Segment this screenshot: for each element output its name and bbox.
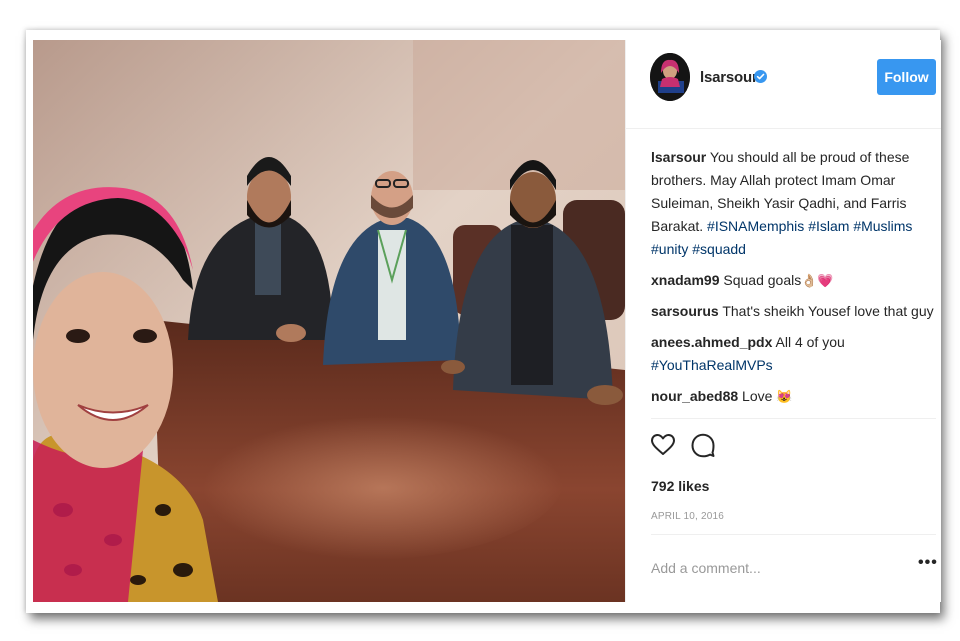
hashtag-link[interactable]: #ISNAMemphis xyxy=(707,218,804,234)
comment-item: nour_abed88 Love 😻 xyxy=(651,385,936,408)
post-author-username[interactable]: lsarsour xyxy=(700,69,758,86)
post-actions xyxy=(650,432,726,462)
comment-emoji: 👌🏼💗 xyxy=(801,273,834,288)
post-photo[interactable] xyxy=(33,40,625,602)
hashtag-link[interactable]: #squadd xyxy=(692,241,746,257)
comment-bubble-icon[interactable] xyxy=(690,432,716,458)
comment-username[interactable]: anees.ahmed_pdx xyxy=(651,334,772,350)
verified-badge-icon xyxy=(754,70,767,83)
hashtag-link[interactable]: #Islam xyxy=(808,218,849,234)
hashtag-link[interactable]: #unity xyxy=(651,241,688,257)
comment-item: anees.ahmed_pdx All 4 of you #YouThaReal… xyxy=(651,331,936,377)
comments-list: lsarsour You should all be proud of thes… xyxy=(651,146,936,416)
comment-item: xnadam99 Squad goals👌🏼💗 xyxy=(651,269,936,292)
avatar-image xyxy=(650,53,690,101)
comment-username[interactable]: sarsourus xyxy=(651,303,719,319)
heart-icon[interactable] xyxy=(650,432,676,458)
add-comment-input[interactable] xyxy=(649,557,893,579)
comment-text: Love xyxy=(742,388,773,404)
comment-text: That's sheikh Yousef love that guy xyxy=(722,303,934,319)
caption-username[interactable]: lsarsour xyxy=(651,149,706,165)
avatar[interactable] xyxy=(650,53,690,101)
comment-username[interactable]: xnadam99 xyxy=(651,272,719,288)
post-date[interactable]: APRIL 10, 2016 xyxy=(651,511,724,522)
more-options-icon[interactable]: ••• xyxy=(918,554,938,572)
hashtag-link[interactable]: #Muslims xyxy=(853,218,912,234)
caption: lsarsour You should all be proud of thes… xyxy=(651,146,936,261)
divider xyxy=(651,534,936,535)
post-header: lsarsour Follow xyxy=(626,40,941,129)
post-photo-image xyxy=(33,40,625,602)
post-side-panel: lsarsour Follow lsarsour You should all … xyxy=(625,40,941,602)
divider xyxy=(651,418,936,419)
follow-button[interactable]: Follow xyxy=(877,59,936,95)
hashtag-link[interactable]: #YouThaRealMVPs xyxy=(651,357,773,373)
comment-text: All 4 of you xyxy=(775,334,845,350)
likes-count[interactable]: 792 likes xyxy=(651,478,709,494)
comment-username[interactable]: nour_abed88 xyxy=(651,388,738,404)
comment-text: Squad goals xyxy=(723,272,802,288)
comment-item: sarsourus That's sheikh Yousef love that… xyxy=(651,300,936,323)
comment-emoji: 😻 xyxy=(776,389,793,404)
